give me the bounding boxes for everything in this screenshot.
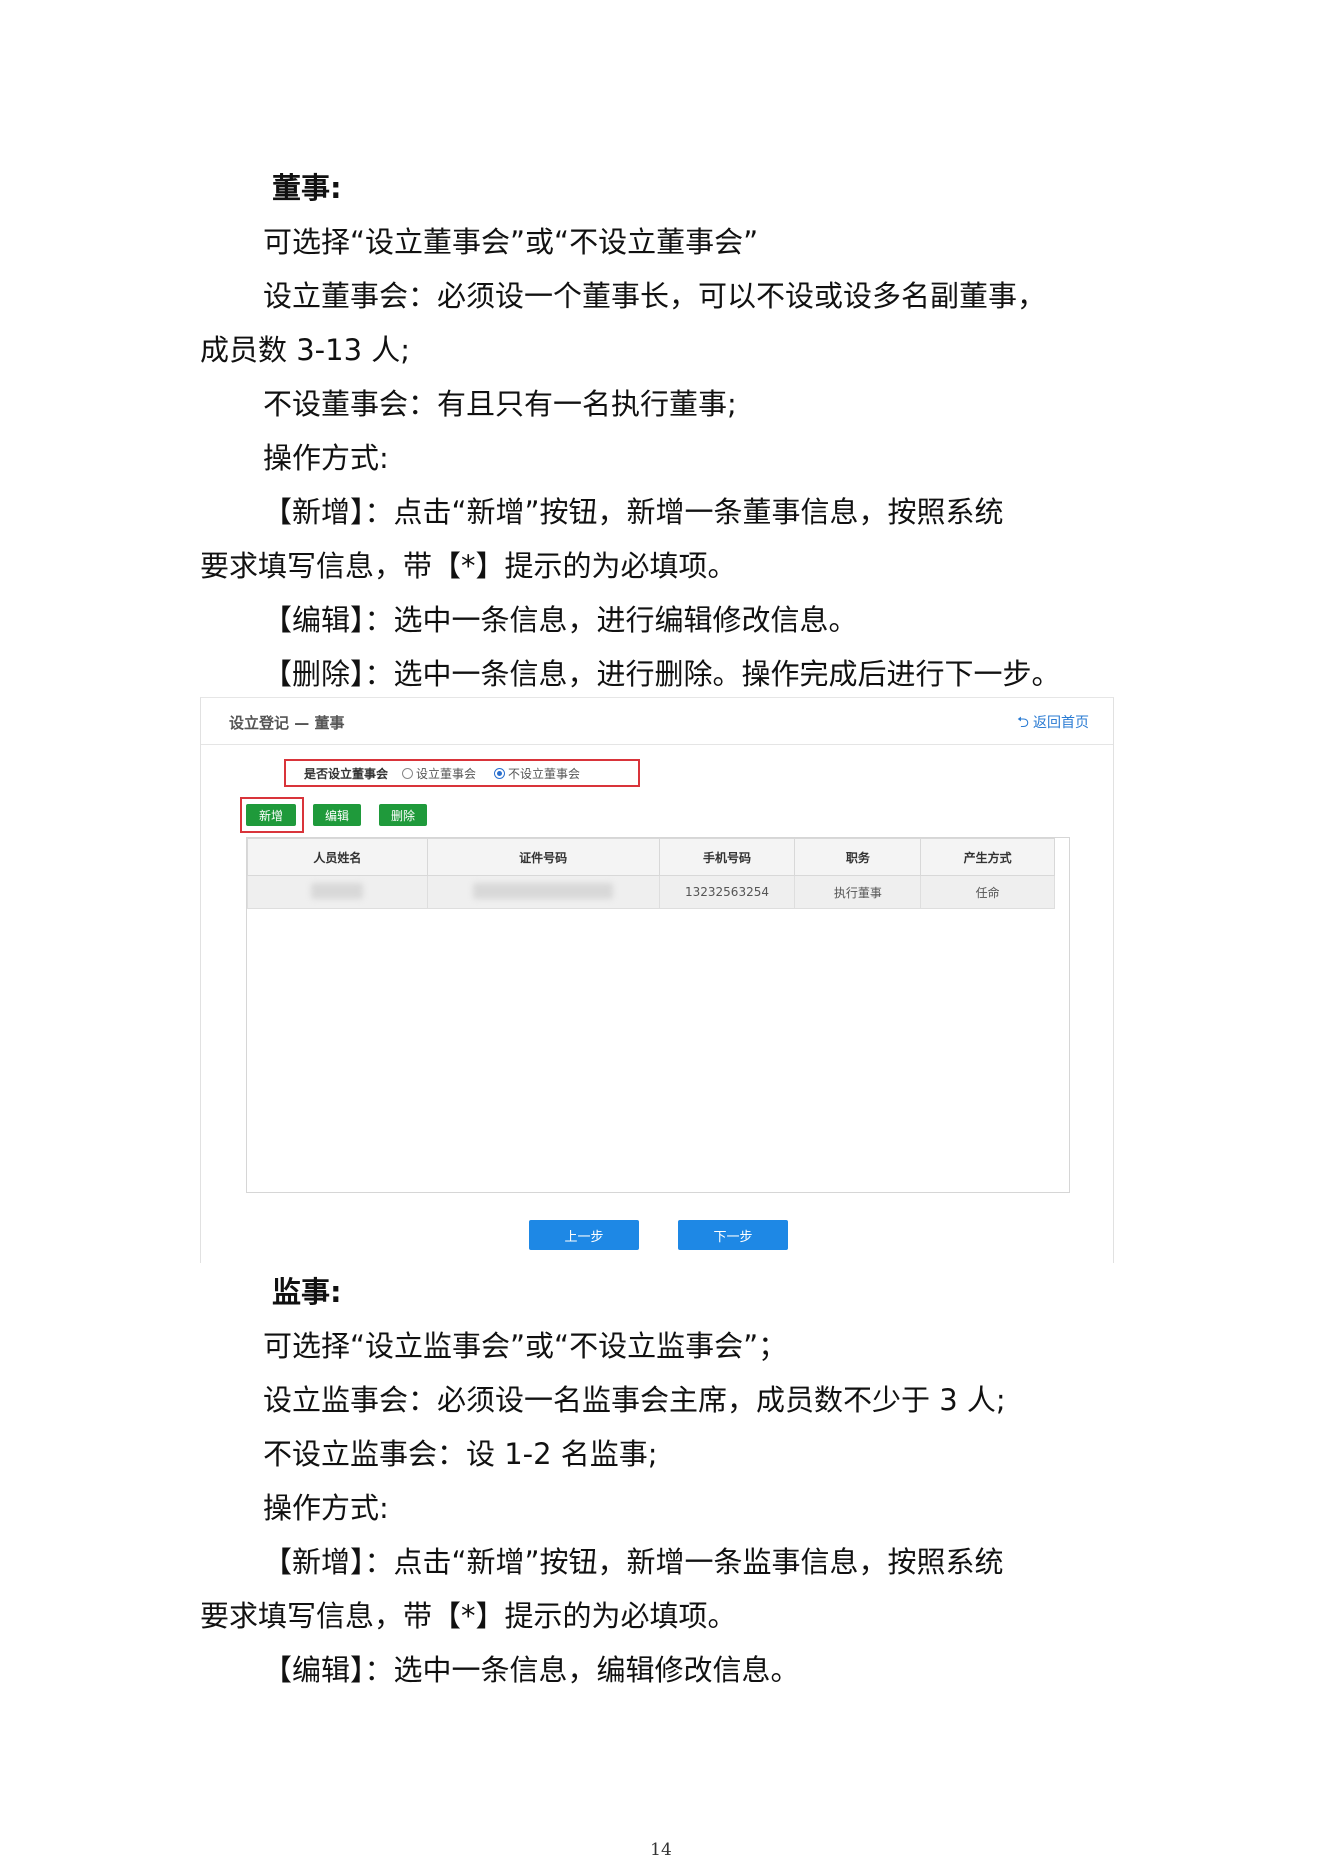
cell-name-redacted: [247, 875, 428, 909]
radio-set-board[interactable]: 设立董事会: [402, 765, 476, 782]
paragraph-line: 【新增】：点击“新增”按钮，新增一条监事信息，按照系统: [263, 1545, 1004, 1579]
paragraph-line: 可选择“设立监事会”或“不设立监事会”；: [263, 1329, 788, 1363]
delete-button[interactable]: 删除: [379, 804, 427, 826]
redaction-blur: [311, 882, 364, 899]
cell-phone: 13232563254: [658, 875, 796, 909]
paragraph-line: 成员数 3-13 人;: [200, 333, 411, 367]
paragraph-line: 【新增】：点击“新增”按钮，新增一条董事信息，按照系统: [263, 495, 1004, 529]
return-arrow-icon: ⮌: [1016, 713, 1029, 731]
table-header-row: 人员姓名 证件号码 手机号码 职务 产生方式: [247, 838, 1055, 876]
paragraph-line: 要求填写信息，带【*】提示的为必填项。: [200, 549, 737, 583]
cell-id-redacted: [426, 875, 660, 909]
back-home-label: 返回首页: [1033, 715, 1089, 731]
paragraph-line: 要求填写信息，带【*】提示的为必填项。: [200, 1599, 737, 1633]
cell-method: 任命: [920, 875, 1055, 909]
next-step-button[interactable]: 下一步: [678, 1220, 788, 1250]
paragraph-line: 不设立监事会：设 1-2 名监事;: [263, 1437, 658, 1471]
column-header: 人员姓名: [247, 838, 428, 876]
column-header: 证件号码: [426, 838, 660, 876]
board-question-label: 是否设立董事会: [304, 766, 389, 781]
screenshot-header: 设立登记 — 董事 ⮌ 返回首页: [201, 698, 1113, 745]
paragraph-line: 【编辑】：选中一条信息，进行编辑修改信息。: [263, 603, 858, 637]
back-home-link[interactable]: ⮌ 返回首页: [1017, 712, 1089, 737]
add-button[interactable]: 新增: [246, 804, 296, 826]
radio-no-board[interactable]: 不设立董事会: [494, 765, 580, 782]
page-number: 14: [650, 1840, 672, 1860]
directors-table: 人员姓名 证件号码 手机号码 职务 产生方式 13232563254 执行董事 …: [246, 837, 1070, 1193]
table-row[interactable]: 13232563254 执行董事 任命: [247, 875, 1055, 909]
radio-checked-icon: [494, 767, 506, 779]
column-header: 手机号码: [658, 838, 796, 876]
embedded-screenshot: 设立登记 — 董事 ⮌ 返回首页 是否设立董事会 设立董事会 不设立董事会 新增 …: [200, 697, 1114, 1263]
radio-set-board-label: 设立董事会: [416, 766, 477, 781]
paragraph-line: 不设董事会：有且只有一名执行董事;: [263, 387, 737, 421]
column-header: 产生方式: [920, 838, 1055, 876]
breadcrumb: 设立登记 — 董事: [229, 714, 345, 732]
paragraph-line: 操作方式:: [263, 441, 389, 475]
cell-position: 执行董事: [794, 875, 922, 909]
paragraph-line: 设立董事会：必须设一个董事长，可以不设或设多名副董事，: [263, 279, 1047, 313]
paragraph-line: 设立监事会：必须设一名监事会主席，成员数不少于 3 人;: [263, 1383, 1006, 1417]
edit-button[interactable]: 编辑: [313, 804, 361, 826]
section-heading-directors: 董事:: [272, 171, 342, 205]
paragraph-line: 【编辑】：选中一条信息，编辑修改信息。: [263, 1653, 800, 1687]
radio-unchecked-icon: [402, 767, 414, 779]
prev-step-button[interactable]: 上一步: [529, 1220, 639, 1250]
paragraph-line: 操作方式:: [263, 1491, 389, 1525]
column-header: 职务: [794, 838, 922, 876]
paragraph-line: 【删除】：选中一条信息，进行删除。操作完成后进行下一步。: [263, 657, 1061, 691]
section-heading-supervisors: 监事:: [272, 1275, 342, 1309]
paragraph-line: 可选择“设立董事会”或“不设立董事会”: [263, 225, 759, 259]
radio-no-board-label: 不设立董事会: [508, 766, 581, 781]
redaction-blur: [473, 882, 614, 899]
board-choice-group: 是否设立董事会 设立董事会 不设立董事会: [284, 759, 640, 787]
